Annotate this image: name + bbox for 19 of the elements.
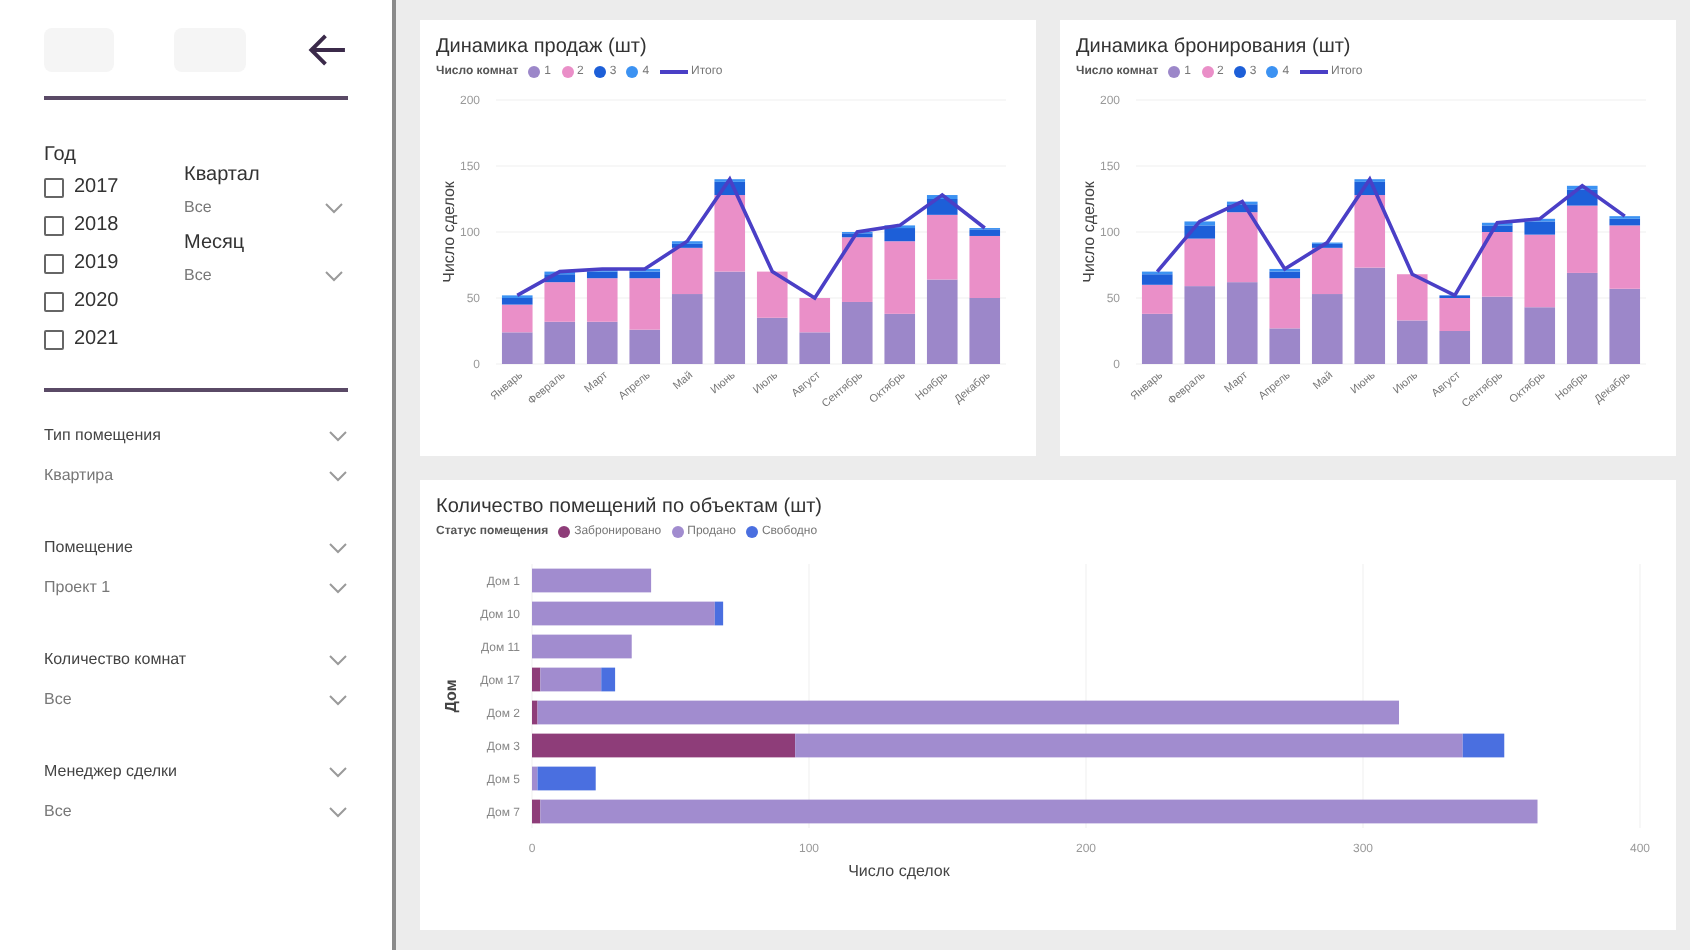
year-option: 2020: [74, 286, 119, 316]
chart-title: Динамика бронирования (шт): [1076, 34, 1353, 60]
filter-label: Количество комнат: [44, 648, 187, 672]
year-option: 2019: [74, 248, 119, 278]
filter-label: Помещение: [44, 536, 133, 560]
chart-title: Динамика продаж (шт): [436, 34, 649, 60]
chart-title: Количество помещений по объектам (шт): [436, 494, 824, 520]
axis-title: Число сделок: [848, 862, 950, 880]
axis-title: Число сделок: [1080, 181, 1098, 283]
axis-title: Число сделок: [440, 181, 458, 283]
year-option: 2018: [74, 210, 119, 240]
filter-label: Тип помещения: [44, 424, 161, 448]
filter-label: Менеджер сделки: [44, 760, 178, 784]
axis-title: Дом: [442, 679, 460, 713]
filter-label: Месяц: [184, 230, 247, 256]
filter-label: Квартал: [184, 162, 262, 188]
filter-label: Год: [44, 142, 78, 168]
year-option: 2017: [74, 172, 119, 202]
year-option: 2021: [74, 324, 119, 354]
